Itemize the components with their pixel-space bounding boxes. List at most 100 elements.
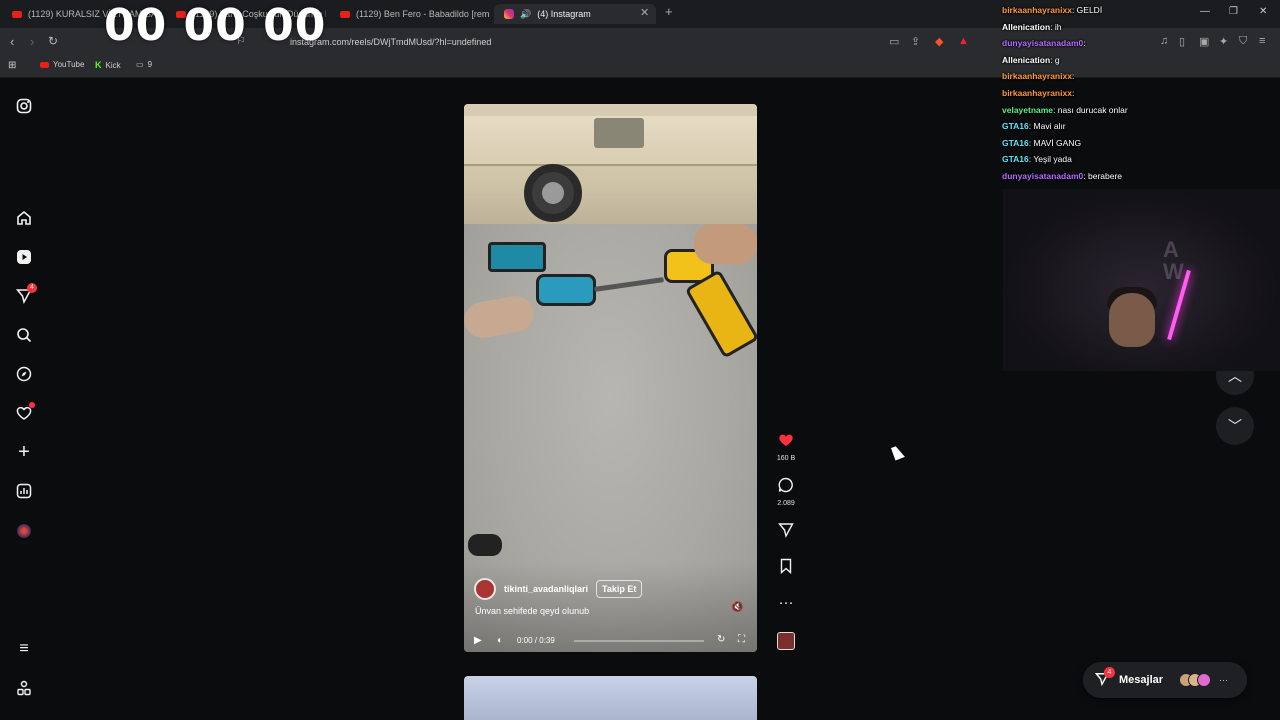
instagram-sidebar: 4 + ≡ [0, 80, 48, 720]
profile-avatar[interactable] [14, 521, 34, 541]
follow-button[interactable]: Takip Et [596, 580, 643, 598]
bookmark-label: 9 [147, 60, 153, 69]
rewards-icon[interactable]: ▲ [958, 35, 969, 47]
avatar [1197, 673, 1212, 687]
author-name[interactable]: tikinti_avadanliqlari [504, 584, 588, 594]
fullscreen-icon[interactable]: ⛶ [738, 634, 745, 645]
chat-username[interactable]: dunyayisatanadam0 [1002, 171, 1083, 181]
explore-icon[interactable] [14, 364, 34, 384]
folder-icon: ▭ [136, 60, 144, 69]
chat-message: GTA16: Yeşil yada [1002, 151, 1280, 168]
chat-username[interactable]: birkaanhayranixx [1002, 71, 1072, 81]
reel-video[interactable]: tikinti_avadanliqlari Takip Et Ünvan seh… [464, 104, 757, 652]
search-icon[interactable] [14, 325, 34, 345]
avatar-image [17, 524, 31, 538]
chat-message: GTA16: MAVİ GANG [1002, 135, 1280, 152]
ellipsis-icon: ··· [1219, 675, 1229, 685]
dashboard-icon[interactable] [14, 481, 34, 501]
chat-text: MAVİ GANG [1033, 137, 1082, 148]
chat-username[interactable]: birkaanhayranixx [1002, 88, 1072, 98]
share-button[interactable] [773, 522, 799, 543]
bookmark-save-icon [773, 558, 799, 579]
progress-bar[interactable] [574, 640, 704, 642]
streamer-webcam: AW [1003, 189, 1280, 371]
chat-text: berabere [1088, 170, 1123, 181]
new-tab-button[interactable]: + [665, 4, 673, 19]
threads-apps-icon[interactable] [14, 678, 34, 698]
back-icon[interactable]: ‹ [10, 34, 14, 49]
chat-username[interactable]: GTA16 [1002, 138, 1029, 148]
streamer-face [1109, 293, 1155, 347]
chat-username[interactable]: Allenication [1002, 22, 1050, 32]
speaker-icon: 🔊 [520, 8, 532, 19]
right-hand [694, 224, 757, 264]
play-icon[interactable]: ▶ [474, 635, 482, 646]
next-reel-preview[interactable] [464, 676, 757, 720]
notification-badge: 4 [27, 283, 37, 293]
comment-icon [773, 477, 799, 498]
chat-username[interactable]: velayetname [1002, 105, 1053, 115]
audio-thumbnail[interactable] [777, 632, 795, 650]
mute-icon[interactable]: 🔇 [731, 602, 743, 613]
forward-icon[interactable]: › [30, 34, 34, 49]
browser-tab-active[interactable]: 🔊 (4) Instagram [494, 4, 656, 24]
close-tab-icon[interactable]: ✕ [640, 6, 649, 19]
author-avatar[interactable] [474, 578, 496, 600]
chat-message: dunyayisatanadam0: berabere [1002, 168, 1280, 185]
chat-username[interactable]: GTA16 [1002, 121, 1029, 131]
heart-filled-icon [773, 432, 799, 453]
create-plus-icon[interactable]: + [14, 441, 34, 463]
chat-message: birkaanhayranixx: GELDİ [1002, 2, 1280, 19]
browser-tab[interactable]: (1129) Ben Fero - Babadildo [remix b... [330, 4, 490, 24]
replay-icon[interactable]: ↻ [717, 634, 725, 645]
chat-text: Mavi alır [1033, 121, 1066, 132]
more-menu-icon[interactable]: ≡ [14, 639, 34, 659]
direct-messages-icon[interactable]: 4 [14, 283, 37, 306]
like-button[interactable]: 160 B [773, 432, 799, 462]
chat-text: g [1054, 54, 1060, 65]
reels-icon[interactable] [14, 247, 34, 267]
chat-separator: : [1071, 87, 1075, 98]
youtube-icon [40, 61, 49, 68]
home-icon[interactable] [14, 208, 34, 228]
car-wheel [524, 164, 582, 222]
chat-message: dunyayisatanadam0: [1002, 35, 1280, 52]
reload-icon[interactable]: ↻ [48, 34, 58, 48]
bookmark-item[interactable]: YouTube [40, 60, 84, 69]
messages-label: Mesajlar [1119, 674, 1164, 686]
chevron-down-icon: ﹀ [1228, 418, 1242, 434]
tab-label: (1129) Ben Fero - Babadildo [remix b... [356, 9, 490, 19]
messages-avatars [1179, 673, 1212, 687]
playback-time: 0:00 / 0:39 [517, 636, 555, 645]
more-options-button[interactable]: ··· [773, 594, 799, 612]
chat-message: birkaanhayranixx: [1002, 85, 1280, 102]
url-field[interactable]: instagram.com/reels/DWjTmdMUsd/?hl=undef… [250, 33, 970, 51]
chat-username[interactable]: birkaanhayranixx [1002, 5, 1072, 15]
comment-button[interactable]: 2.089 [773, 477, 799, 507]
notifications-heart-icon[interactable] [14, 402, 35, 423]
ellipsis-icon: ··· [778, 594, 794, 611]
chat-username[interactable]: Allenication [1002, 55, 1050, 65]
chat-username[interactable]: GTA16 [1002, 154, 1029, 164]
chat-username[interactable]: dunyayisatanadam0 [1002, 38, 1083, 48]
like-count: 160 B [776, 455, 796, 462]
bookmark-folder[interactable]: ▭ 9 [136, 60, 152, 69]
save-button[interactable] [773, 558, 799, 579]
chat-message: GTA16: Mavi alır [1002, 118, 1280, 135]
next-reel-button[interactable]: ﹀ [1216, 407, 1254, 445]
bookmark-label: YouTube [53, 60, 85, 69]
messages-button[interactable]: 4 Mesajlar ··· [1083, 662, 1247, 698]
apps-grid-icon[interactable]: ⊞ [8, 60, 16, 71]
brave-shield-icon[interactable]: ◆ [935, 35, 943, 48]
send-icon [773, 522, 799, 543]
reel-caption: Ünvan sehifede qeyd olunub [475, 606, 590, 616]
chat-text: Yeşil yada [1033, 154, 1072, 165]
cast-icon[interactable]: ▭ [889, 35, 899, 48]
blue-drill [536, 274, 596, 306]
instagram-logo-icon[interactable] [14, 96, 34, 116]
stream-chat-overlay: birkaanhayranixx: GELDİ Allenication: ih d… [1002, 2, 1280, 185]
share-icon[interactable]: ⇪ [911, 35, 920, 48]
volume-icon[interactable]: ◖ [496, 635, 502, 646]
bookmark-item[interactable]: K Kick [95, 60, 121, 70]
youtube-icon [340, 10, 350, 18]
